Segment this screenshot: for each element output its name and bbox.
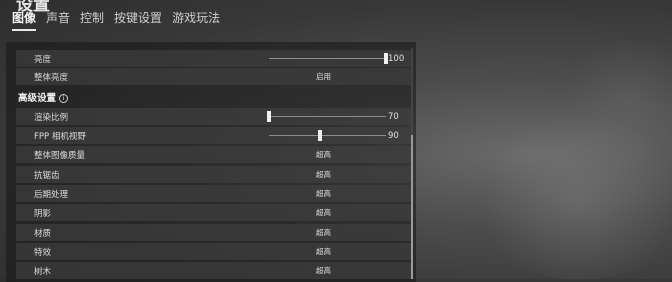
setting-row-textures[interactable]: 材质 超高 [16, 224, 411, 241]
setting-label: 抗锯齿 [34, 170, 60, 181]
setting-label: 整体亮度 [34, 72, 69, 83]
setting-row-foliage[interactable]: 树木 超高 [16, 262, 411, 279]
setting-row-shadows[interactable]: 阴影 超高 [16, 204, 411, 221]
setting-value[interactable]: 超高 [316, 169, 331, 180]
section-title: 高级设置 [18, 92, 57, 104]
tab-keybindings[interactable]: 按键设置 [114, 9, 162, 31]
tab-controls[interactable]: 控制 [80, 9, 104, 31]
tab-sound[interactable]: 声音 [46, 9, 70, 31]
setting-row-post-processing[interactable]: 后期处理 超高 [16, 185, 411, 202]
setting-value[interactable]: 超高 [316, 149, 331, 160]
setting-label: 渲染比例 [34, 112, 69, 123]
setting-value[interactable]: 启用 [316, 71, 331, 82]
setting-label: FPP 相机视野 [34, 131, 86, 142]
setting-row-brightness: 亮度 100 [16, 50, 411, 67]
setting-label: 特效 [34, 247, 52, 258]
settings-tabs: 图像 声音 控制 按键设置 游戏玩法 [12, 9, 220, 31]
setting-label: 材质 [34, 228, 52, 239]
slider-value: 100 [388, 53, 405, 64]
tab-graphics[interactable]: 图像 [12, 9, 37, 31]
setting-value[interactable]: 超高 [316, 188, 331, 199]
tab-gameplay[interactable]: 游戏玩法 [172, 9, 220, 31]
fov-slider[interactable] [269, 130, 386, 141]
setting-value[interactable]: 超高 [316, 246, 331, 257]
setting-label: 后期处理 [34, 189, 69, 200]
setting-row-overall-brightness[interactable]: 整体亮度 启用 [16, 68, 411, 85]
section-header-advanced: 高级设置 i [16, 88, 411, 105]
setting-row-fpp-fov: FPP 相机视野 90 [16, 127, 411, 144]
slider-handle[interactable] [318, 130, 323, 141]
setting-label: 亮度 [34, 54, 52, 65]
scrollbar-thumb[interactable] [411, 135, 413, 279]
setting-row-overall-quality[interactable]: 整体图像质量 超高 [16, 146, 411, 163]
brightness-slider[interactable] [269, 53, 388, 64]
setting-label: 树木 [34, 266, 52, 277]
setting-row-render-scale: 渲染比例 70 [16, 108, 411, 125]
setting-value[interactable]: 超高 [316, 265, 331, 276]
slider-handle[interactable] [267, 111, 271, 122]
slider-value: 90 [388, 130, 399, 141]
settings-panel: 亮度 100 整体亮度 启用 高级设置 i 渲染比例 70 FPP 相机视野 90… [6, 42, 416, 282]
slider-value: 70 [388, 111, 399, 122]
render-scale-slider[interactable] [267, 111, 386, 122]
setting-value[interactable]: 超高 [316, 227, 331, 238]
setting-label: 阴影 [34, 208, 52, 219]
setting-row-anti-aliasing[interactable]: 抗锯齿 超高 [16, 166, 411, 183]
setting-value[interactable]: 超高 [316, 207, 331, 218]
info-icon[interactable]: i [59, 93, 69, 103]
setting-row-effects[interactable]: 特效 超高 [16, 243, 411, 260]
setting-label: 整体图像质量 [34, 150, 86, 161]
